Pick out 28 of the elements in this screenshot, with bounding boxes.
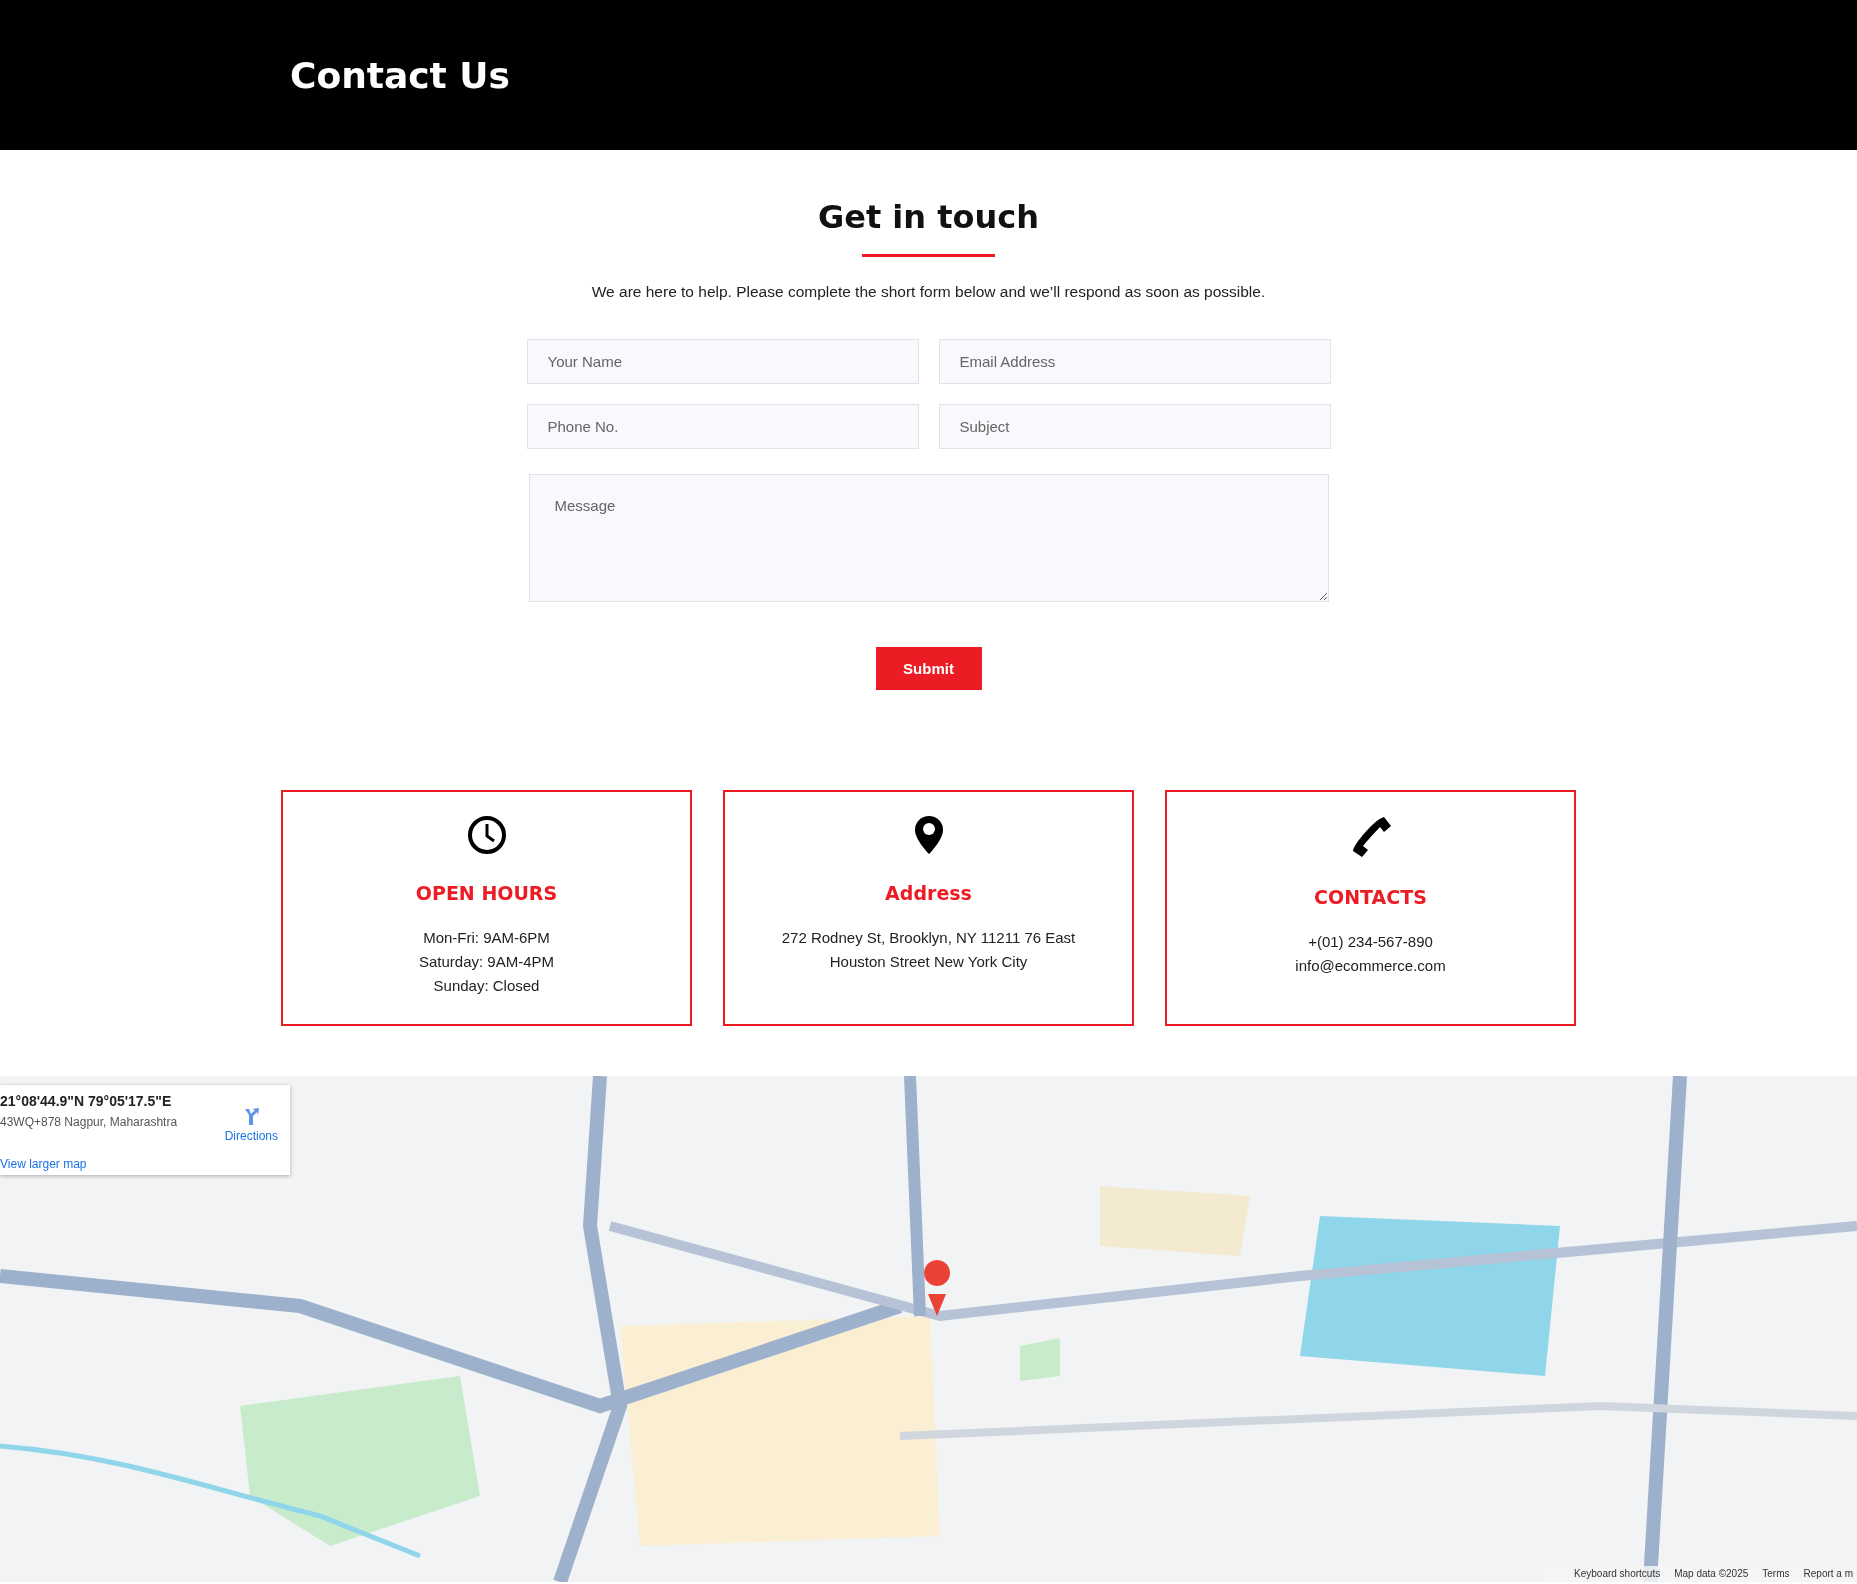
card-text: info@ecommerce.com <box>1295 956 1446 976</box>
directions-link[interactable]: Directions <box>224 1107 278 1175</box>
card-text: Saturday: 9AM-4PM <box>418 952 555 972</box>
map-pin-icon <box>912 814 945 856</box>
map-footer-link[interactable]: Terms <box>1762 1568 1790 1579</box>
card-text: 272 Rodney St, Brooklyn, NY 11211 76 East Houston Street New York City <box>780 928 1077 972</box>
message-field[interactable]: Message <box>528 474 1329 602</box>
card-title: CONTACTS <box>1314 886 1427 908</box>
submit-button[interactable]: Submit <box>875 647 982 690</box>
text-field[interactable]: Email Address <box>938 339 1331 384</box>
card-text: Mon-Fri: 9AM-6PM <box>423 928 550 948</box>
map-footer-link[interactable]: Report a m <box>1803 1568 1853 1579</box>
text-field[interactable]: Subject <box>938 404 1331 449</box>
card-title: OPEN HOURS <box>415 882 558 904</box>
larger-map-link[interactable]: View larger map <box>0 1157 87 1171</box>
map-footer-link[interactable]: Keyboard shortcuts <box>1574 1568 1661 1579</box>
clock-icon <box>465 814 508 856</box>
intro-text: We are here to help. Please complete the short form below and we’ll respond as soon as possible. <box>591 283 1266 301</box>
text-field[interactable]: Your Name <box>526 339 919 384</box>
page-title: Contact Us <box>290 54 511 96</box>
section-heading: Get in touch <box>817 198 1040 236</box>
card-text: +(01) 234-567-890 <box>1308 932 1433 952</box>
map-footer-link[interactable]: Map data ©2025 <box>1674 1568 1749 1579</box>
plus-code: 43WQ+878 Nagpur, Maharashtra <box>0 1115 179 1129</box>
coordinates: 21°08'44.9"N 79°05'17.5"E <box>0 1093 173 1109</box>
card-text: Sunday: Closed <box>433 976 540 996</box>
card-title: Address <box>885 882 972 904</box>
text-field[interactable]: Phone No. <box>526 404 919 449</box>
